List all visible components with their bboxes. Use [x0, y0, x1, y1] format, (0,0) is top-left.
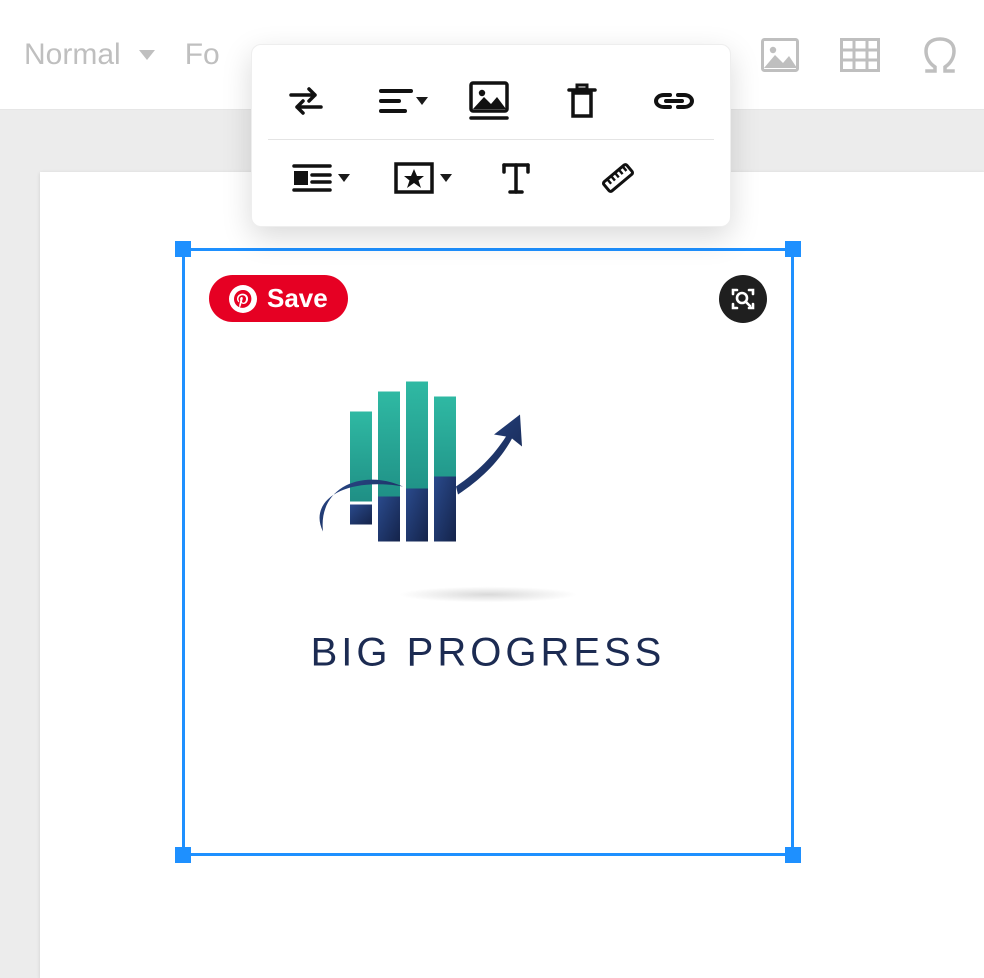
- pinterest-save-button[interactable]: Save: [209, 275, 348, 322]
- chevron-down-icon: [440, 174, 452, 182]
- ruler-icon: [599, 159, 637, 197]
- text-icon: [500, 160, 532, 196]
- trash-icon: [567, 83, 597, 119]
- chevron-down-icon: [139, 50, 155, 60]
- table-icon: [840, 38, 880, 72]
- top-toolbar-right-group: [760, 35, 960, 75]
- text-wrap-button[interactable]: [288, 154, 336, 202]
- image-style-button[interactable]: [390, 154, 438, 202]
- align-left-icon: [379, 87, 413, 115]
- selected-image[interactable]: Save: [182, 248, 794, 856]
- image-link-button[interactable]: [654, 77, 694, 125]
- pinterest-icon: [229, 285, 257, 313]
- image-caption-button[interactable]: [492, 154, 540, 202]
- font-family-label: Fo: [185, 38, 220, 72]
- image-icon: [761, 38, 799, 72]
- chevron-down-icon: [416, 97, 428, 105]
- image-display-button[interactable]: [468, 77, 510, 125]
- insert-table-button[interactable]: [840, 35, 880, 75]
- logo-image-content: BIG PROGRESS: [268, 356, 708, 675]
- paragraph-style-select[interactable]: Normal: [24, 38, 155, 72]
- logo-shadow: [398, 586, 578, 602]
- swap-icon: [289, 86, 323, 116]
- pinterest-save-label: Save: [267, 283, 328, 314]
- align-image-button[interactable]: [378, 77, 414, 125]
- resize-handle-bottom-left[interactable]: [175, 847, 191, 863]
- replace-image-button[interactable]: [288, 77, 324, 125]
- paragraph-style-label: Normal: [24, 38, 121, 72]
- text-wrap-icon: [292, 163, 332, 193]
- image-context-toolbar: [251, 44, 731, 227]
- lens-icon: [729, 285, 757, 313]
- omega-icon: [921, 37, 959, 73]
- image-framed-icon: [468, 80, 510, 122]
- delete-image-button[interactable]: [564, 77, 600, 125]
- chevron-down-icon: [338, 174, 350, 182]
- resize-handle-top-right[interactable]: [785, 241, 801, 257]
- image-toolbar-row-2: [252, 140, 730, 216]
- star-frame-icon: [394, 162, 434, 194]
- insert-symbol-button[interactable]: [920, 35, 960, 75]
- visual-search-button[interactable]: [719, 275, 767, 323]
- logo-graphic: [268, 356, 548, 576]
- insert-image-button[interactable]: [760, 35, 800, 75]
- link-icon: [654, 89, 694, 113]
- resize-handle-top-left[interactable]: [175, 241, 191, 257]
- resize-handle-bottom-right[interactable]: [785, 847, 801, 863]
- image-toolbar-row-1: [252, 63, 730, 139]
- image-size-button[interactable]: [594, 154, 642, 202]
- logo-text: BIG PROGRESS: [268, 630, 708, 675]
- font-family-select[interactable]: Fo: [185, 38, 220, 72]
